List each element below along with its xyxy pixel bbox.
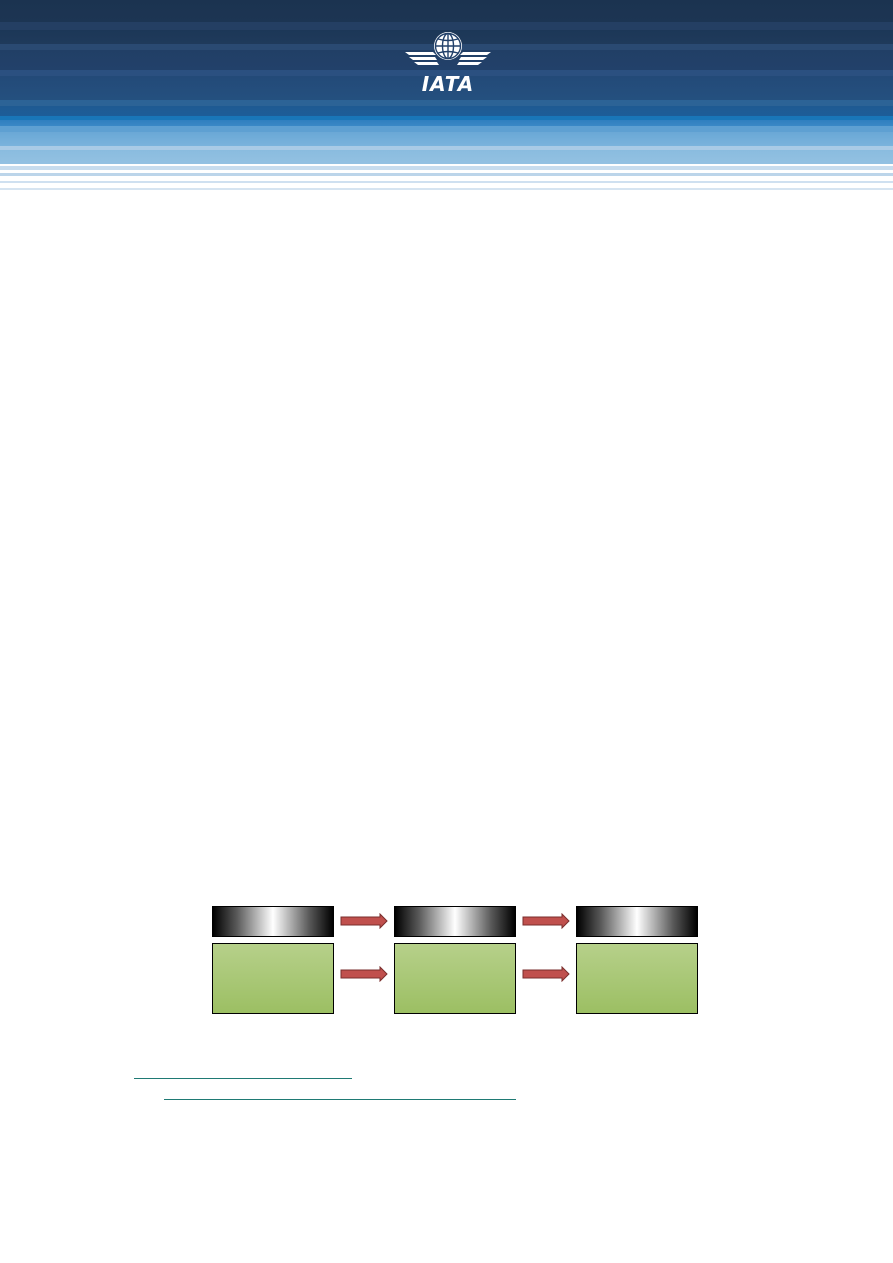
globe-wings-icon xyxy=(405,32,491,65)
arrow-right-icon xyxy=(340,966,388,982)
stage-1-body xyxy=(212,943,334,1014)
page-header-banner: IATA xyxy=(0,0,893,192)
stage-3-header xyxy=(576,906,698,937)
arrow-right-icon xyxy=(340,913,388,929)
iata-logo: IATA xyxy=(403,30,493,98)
stage-3-body xyxy=(576,943,698,1014)
footnote-link-underline-2[interactable] xyxy=(164,1099,516,1100)
stage-2-header xyxy=(394,906,516,937)
footnote-link-underline-1[interactable] xyxy=(134,1078,352,1079)
arrow-right-icon xyxy=(522,913,570,929)
logo-wordmark: IATA xyxy=(421,72,475,96)
arrow-right-icon xyxy=(522,966,570,982)
stage-1-header xyxy=(212,906,334,937)
stage-2-body xyxy=(394,943,516,1014)
